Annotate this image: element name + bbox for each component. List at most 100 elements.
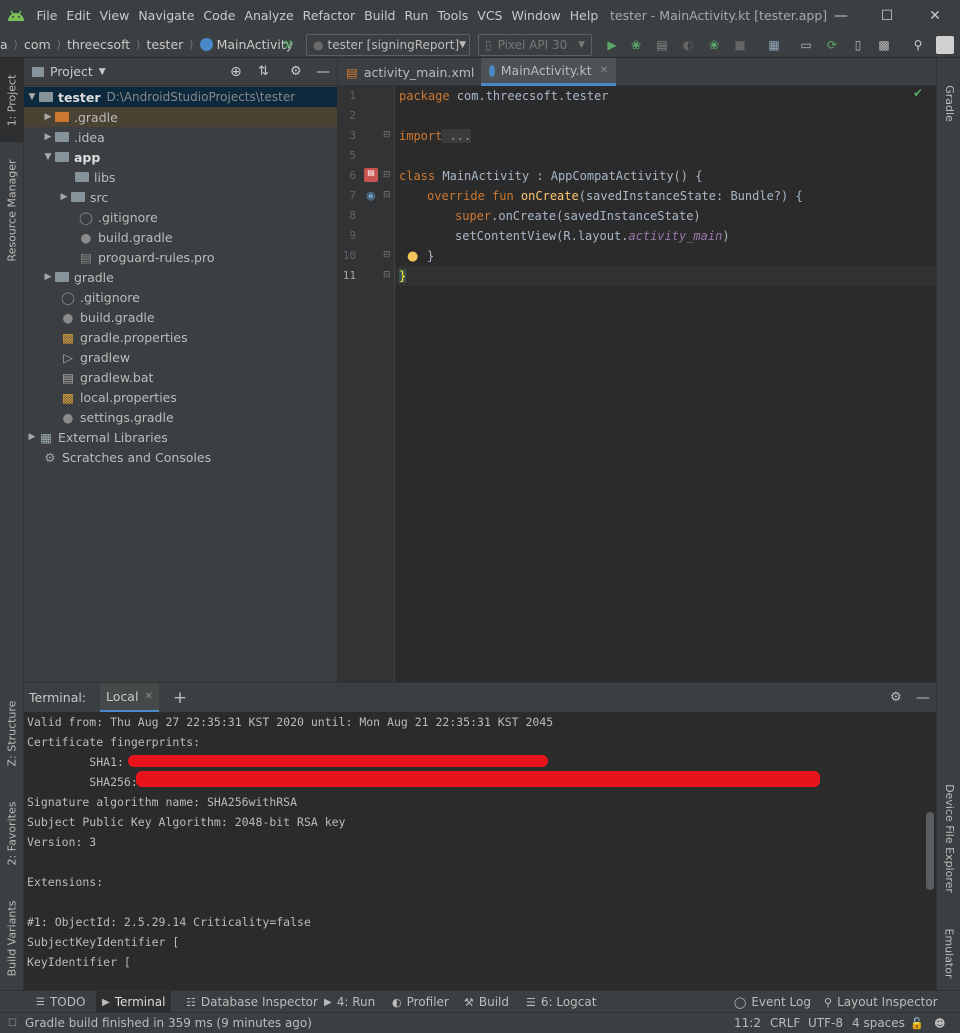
coverage-icon[interactable]: ▤ — [654, 37, 670, 53]
menu-tools[interactable]: Tools — [433, 0, 473, 32]
caret-position[interactable]: 11:2 — [734, 1016, 761, 1030]
tool-tab-todo[interactable]: ☰ TODO — [32, 991, 89, 1013]
tree-item-dot-gradle[interactable]: ▶ .gradle — [24, 107, 337, 127]
tool-tab-resource-manager[interactable]: Resource Manager — [0, 150, 24, 270]
collapse-all-icon[interactable]: ⇅ — [258, 64, 269, 79]
tool-tab-project[interactable]: 1: Project — [0, 58, 24, 142]
tree-item-tester-root[interactable]: ▼ tester D:\AndroidStudioProjects\tester — [24, 87, 337, 107]
avd-manager-icon[interactable]: ▭ — [798, 37, 814, 53]
minimize-icon[interactable]: — — [818, 0, 864, 32]
run-config-select[interactable]: ● tester [signingReport] ▼ — [306, 34, 470, 56]
breadcrumb-com[interactable]: com — [24, 37, 51, 52]
search-icon[interactable]: ⚲ — [910, 37, 926, 53]
tool-tab-terminal[interactable]: ▶ Terminal — [96, 991, 172, 1013]
debug-icon[interactable]: ❀ — [628, 37, 644, 53]
close-tab-icon[interactable]: ✕ — [144, 691, 152, 702]
lightbulb-icon[interactable]: ● — [407, 249, 418, 264]
inspector-icon[interactable]: ☻ — [934, 1017, 945, 1030]
hide-icon[interactable]: — — [316, 64, 330, 80]
tool-tab-structure[interactable]: Z: Structure — [0, 688, 24, 778]
status-message[interactable]: Gradle build finished in 359 ms (9 minut… — [25, 1016, 312, 1030]
menu-vcs[interactable]: VCS — [473, 0, 507, 32]
tree-item-root-gitignore[interactable]: ◯ .gitignore — [24, 287, 337, 307]
tool-tab-logcat[interactable]: ☰ 6: Logcat — [522, 991, 600, 1013]
menu-navigate[interactable]: Navigate — [134, 0, 199, 32]
sdk-manager-icon[interactable]: ▩ — [876, 37, 892, 53]
menu-window[interactable]: Window — [507, 0, 565, 32]
maximize-icon[interactable]: ☐ — [864, 0, 910, 32]
breadcrumb-a[interactable]: a — [0, 37, 8, 52]
tree-item-gradlew[interactable]: ▷ gradlew — [24, 347, 337, 367]
hide-icon[interactable]: — — [916, 690, 930, 706]
tool-tab-profiler[interactable]: ◐ Profiler — [388, 991, 453, 1013]
tree-item-app-build-gradle[interactable]: ● build.gradle — [24, 227, 337, 247]
new-terminal-icon[interactable]: + — [173, 688, 187, 708]
menu-run[interactable]: Run — [400, 0, 433, 32]
menu-code[interactable]: Code — [199, 0, 240, 32]
inspection-ok-icon[interactable]: ✔ — [913, 86, 923, 100]
tree-item-external-libraries[interactable]: ▶ ▦ External Libraries — [24, 427, 337, 447]
device-manager-icon[interactable]: ▯ — [850, 37, 866, 53]
menu-analyze[interactable]: Analyze — [240, 0, 298, 32]
menu-view[interactable]: View — [95, 0, 134, 32]
lock-icon[interactable]: 🔓 — [910, 1017, 924, 1030]
tool-tab-layout-inspector[interactable]: ⚲ Layout Inspector — [820, 991, 942, 1013]
fold-icon[interactable]: ⊟ — [383, 130, 391, 140]
breadcrumb-tester[interactable]: tester — [146, 37, 183, 52]
tree-item-libs[interactable]: libs — [24, 167, 337, 187]
tool-tab-run[interactable]: ▶ 4: Run — [320, 991, 379, 1013]
avatar[interactable] — [936, 36, 954, 54]
project-view-selector[interactable]: Project — [50, 64, 93, 79]
toggle-tool-windows-icon[interactable]: ☐ — [8, 1018, 17, 1029]
tree-item-local-properties[interactable]: ▩ local.properties — [24, 387, 337, 407]
gear-icon[interactable]: ⚙ — [290, 64, 302, 79]
terminal-scrollbar[interactable] — [926, 812, 934, 890]
project-structure-icon[interactable]: ▦ — [766, 37, 782, 53]
tree-item-scratches[interactable]: ⚙ Scratches and Consoles — [24, 447, 337, 467]
indent-setting[interactable]: 4 spaces — [852, 1016, 905, 1030]
tool-tab-favorites[interactable]: 2: Favorites — [0, 788, 24, 878]
sync-gradle-icon[interactable]: ⟳ — [824, 37, 840, 53]
line-separator[interactable]: CRLF — [770, 1016, 800, 1030]
tree-item-app-gitignore[interactable]: ◯ .gitignore — [24, 207, 337, 227]
tool-tab-event-log[interactable]: ◯ Event Log — [730, 991, 815, 1013]
attach-debugger-icon[interactable]: ❀ — [706, 37, 722, 53]
code-editor[interactable]: ✔ package com.threecsoft.tester import .… — [395, 86, 936, 682]
file-encoding[interactable]: UTF-8 — [808, 1016, 843, 1030]
tool-tab-gradle[interactable]: Gradle — [937, 68, 960, 138]
fold-icon[interactable]: ⊟ — [383, 170, 391, 180]
tree-item-proguard[interactable]: ▤ proguard-rules.pro — [24, 247, 337, 267]
fold-icon[interactable]: ⊟ — [383, 190, 391, 200]
tab-mainactivity-kt[interactable]: MainActivity.kt ✕ — [481, 58, 616, 86]
terminal-tab-local[interactable]: Local ✕ — [100, 682, 159, 713]
tree-item-settings-gradle[interactable]: ● settings.gradle — [24, 407, 337, 427]
close-icon[interactable]: ✕ — [912, 0, 958, 32]
tool-tab-build[interactable]: ⚒ Build — [460, 991, 513, 1013]
menu-help[interactable]: Help — [565, 0, 603, 32]
close-tab-icon[interactable]: ✕ — [600, 65, 608, 76]
fold-icon[interactable]: ⊟ — [383, 270, 391, 280]
gear-icon[interactable]: ⚙ — [890, 690, 902, 705]
tree-item-root-build-gradle[interactable]: ● build.gradle — [24, 307, 337, 327]
menu-build[interactable]: Build — [360, 0, 400, 32]
terminal-output[interactable]: Valid from: Thu Aug 27 22:35:31 KST 2020… — [24, 712, 936, 990]
tool-tab-emulator[interactable]: Emulator — [937, 918, 960, 988]
menu-refactor[interactable]: Refactor — [298, 0, 359, 32]
tool-tab-device-file-explorer[interactable]: Device File Explorer — [937, 773, 960, 903]
run-icon[interactable]: ▶ — [604, 37, 620, 53]
override-gutter-icon[interactable]: ◉ — [366, 189, 376, 202]
build-hammer-icon[interactable]: ⚒ — [280, 37, 296, 53]
tab-activity-main-xml[interactable]: ▤ activity_main.xml — [338, 58, 480, 86]
menu-edit[interactable]: Edit — [62, 0, 95, 32]
tool-tab-database-inspector[interactable]: ☷ Database Inspector — [182, 991, 322, 1013]
tree-item-src[interactable]: ▶ src — [24, 187, 337, 207]
tree-item-gradle-folder[interactable]: ▶ gradle — [24, 267, 337, 287]
tree-item-gradlew-bat[interactable]: ▤ gradlew.bat — [24, 367, 337, 387]
breadcrumb-threecsoft[interactable]: threecsoft — [67, 37, 130, 52]
fold-icon[interactable]: ⊟ — [383, 250, 391, 260]
device-select[interactable]: ▯ Pixel API 30 ▼ — [478, 34, 592, 56]
locate-icon[interactable]: ⊕ — [230, 64, 242, 80]
activity-gutter-icon[interactable]: ▤ — [364, 168, 378, 182]
tree-item-idea[interactable]: ▶ .idea — [24, 127, 337, 147]
menu-file[interactable]: File — [32, 0, 62, 32]
